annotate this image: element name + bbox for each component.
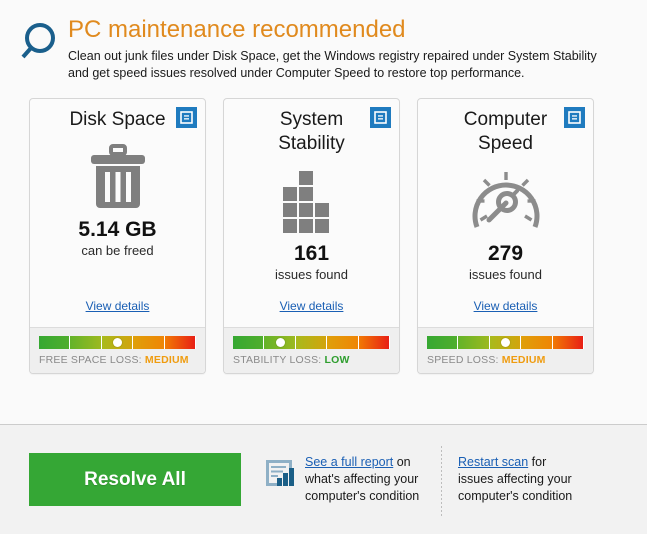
card-caption: issues found — [275, 267, 348, 282]
severity-badge: LOW — [324, 354, 350, 366]
meter-label: FREE SPACE LOSS: MEDIUM — [39, 354, 196, 366]
meter-segment — [233, 336, 264, 349]
severity-meter — [427, 336, 584, 349]
card-computer-speed[interactable]: Computer Speed 279 issues found View det… — [417, 98, 594, 374]
report-chart-icon — [264, 458, 294, 493]
card-caption: issues found — [469, 267, 542, 282]
severity-badge: MEDIUM — [144, 354, 189, 366]
view-details-link[interactable]: View details — [86, 299, 150, 313]
meter-segment — [295, 336, 327, 349]
meter-label: STABILITY LOSS: LOW — [233, 354, 390, 366]
full-report-block: See a full report on what's affecting yo… — [264, 454, 423, 505]
severity-meter — [39, 336, 196, 349]
meter-label-prefix: SPEED LOSS: — [427, 354, 499, 366]
card-body: Disk Space 5.14 GB can be freed View det… — [30, 99, 205, 327]
vertical-divider — [441, 443, 442, 516]
restart-scan-text: Restart scan for issues affecting your c… — [458, 454, 576, 505]
document-lines-icon — [180, 111, 193, 124]
severity-meter — [233, 336, 390, 349]
info-icon-button-system-stability[interactable] — [370, 107, 391, 128]
meter-segment — [133, 336, 164, 349]
card-value: 279 — [487, 242, 524, 265]
card-footer: SPEED LOSS: MEDIUM — [418, 327, 593, 373]
card-disk-space[interactable]: Disk Space 5.14 GB can be freed View det… — [29, 98, 206, 374]
card-system-stability[interactable]: System Stability 161 issues found View d… — [223, 98, 400, 374]
page-subtitle: Clean out junk files under Disk Space, g… — [68, 49, 597, 80]
view-details-link[interactable]: View details — [474, 299, 538, 313]
meter-marker — [275, 338, 285, 347]
view-details-link[interactable]: View details — [280, 299, 344, 313]
meter-segment — [552, 336, 584, 349]
full-report-text: See a full report on what's affecting yo… — [305, 454, 423, 505]
card-caption: can be freed — [81, 243, 154, 258]
info-icon-button-disk-space[interactable] — [176, 107, 197, 128]
blocks-icon — [281, 165, 343, 239]
severity-badge: MEDIUM — [501, 354, 546, 366]
header-text-block: PC maintenance recommended Clean out jun… — [64, 14, 603, 82]
card-footer: STABILITY LOSS: LOW — [224, 327, 399, 373]
card-title: Disk Space — [69, 109, 166, 130]
meter-segment — [521, 336, 552, 349]
card-link-wrap: View details — [280, 283, 344, 327]
meter-segment — [358, 336, 390, 349]
speedometer-icon — [469, 165, 543, 239]
action-bar: Resolve All See a full report on what's … — [0, 424, 647, 534]
page-header: PC maintenance recommended Clean out jun… — [0, 0, 647, 82]
meter-segment — [70, 336, 101, 349]
card-title: System Stability — [278, 109, 345, 154]
info-icon-button-computer-speed[interactable] — [564, 107, 585, 128]
resolve-all-button[interactable]: Resolve All — [29, 453, 241, 506]
meter-label-prefix: STABILITY LOSS: — [233, 354, 322, 366]
restart-scan-block: Restart scan for issues affecting your c… — [458, 454, 576, 505]
trash-can-icon — [88, 141, 148, 215]
card-value: 161 — [293, 242, 330, 265]
meter-segment — [39, 336, 70, 349]
document-lines-icon — [568, 111, 581, 124]
card-link-wrap: View details — [474, 283, 538, 327]
meter-segment — [164, 336, 196, 349]
page-title: PC maintenance recommended — [68, 16, 406, 43]
meter-label: SPEED LOSS: MEDIUM — [427, 354, 584, 366]
see-full-report-link[interactable]: See a full report — [305, 455, 393, 469]
card-value: 5.14 GB — [78, 218, 157, 241]
document-lines-icon — [374, 111, 387, 124]
card-footer: FREE SPACE LOSS: MEDIUM — [30, 327, 205, 373]
meter-marker — [113, 338, 122, 347]
scan-results-cards: Disk Space 5.14 GB can be freed View det… — [0, 82, 647, 374]
card-title: Computer Speed — [463, 109, 548, 154]
meter-segment — [427, 336, 458, 349]
card-body: Computer Speed 279 issues found View det… — [418, 99, 593, 327]
meter-marker — [501, 338, 510, 347]
restart-scan-link[interactable]: Restart scan — [458, 455, 528, 469]
meter-label-prefix: FREE SPACE LOSS: — [39, 354, 142, 366]
card-link-wrap: View details — [86, 283, 150, 327]
card-body: System Stability 161 issues found View d… — [224, 99, 399, 327]
meter-segment — [327, 336, 358, 349]
magnifier-icon — [18, 14, 64, 69]
meter-segment — [458, 336, 489, 349]
